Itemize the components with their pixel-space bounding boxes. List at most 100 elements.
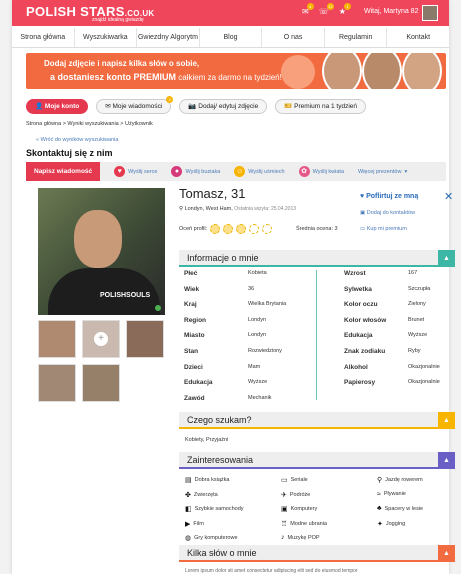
gamepad-icon: ◍ xyxy=(185,535,192,542)
premium-banner[interactable]: Dodaj zdjęcie i napisz kilka słów o sobi… xyxy=(26,53,446,89)
flirt-link[interactable]: ♥ Poflirtuj ze mną xyxy=(360,193,418,200)
info-value: 36 xyxy=(248,285,255,292)
car-icon: ◧ xyxy=(185,506,192,513)
info-row: Wzrost 167 xyxy=(344,270,440,286)
divider xyxy=(316,270,317,400)
info-row: Region Londyn xyxy=(184,317,286,333)
main-profile-photo[interactable]: POLISHSOULS xyxy=(38,188,165,315)
nav-home[interactable]: Strona główna xyxy=(12,28,75,47)
more-gifts-dropdown[interactable]: Więcej prezentów ▾ xyxy=(358,169,407,175)
plane-icon: ✈ xyxy=(281,491,287,499)
my-messages-button[interactable]: ✉ Moje wiadomości 2 xyxy=(96,96,174,114)
send-flower-button[interactable]: ✿ Wyślij kwiata xyxy=(298,166,344,177)
rating-sun-icon[interactable] xyxy=(236,224,247,234)
interest-item: ♖ Modne ubrania xyxy=(281,520,327,528)
interest-item: ▭ Seriale xyxy=(281,476,308,484)
nav-rules[interactable]: Regulamin xyxy=(325,28,388,47)
page: POLISH STARS.CO.UK znajdź idealną gwiazd… xyxy=(12,0,455,574)
back-link[interactable]: « Wróć do wyników wyszukiwania xyxy=(36,137,118,143)
collapse-icon[interactable]: ▲ xyxy=(438,545,455,562)
interest-item: ▤ Dobra książka xyxy=(185,476,229,484)
info-row: Znak zodiaku Ryby xyxy=(344,348,440,364)
music-icon: ♪ xyxy=(281,534,285,541)
about-me-text: Lorem ipsum dolor sit amet consectetur a… xyxy=(185,568,358,574)
breadcrumb[interactable]: Strona główna > Wyniki wyszukiwania > Uż… xyxy=(26,121,153,127)
messages-icon[interactable]: ✉ 4 xyxy=(302,3,314,16)
computer-icon: ▣ xyxy=(281,506,288,513)
send-kiss-button[interactable]: ● Wyślij buziaka xyxy=(171,166,220,177)
about-left-column: Płeć Kobieta Wiek 36 Kraj Wielka Brytania Regi… xyxy=(184,270,286,410)
add-photo-button[interactable]: 📷 Dodaj/ edytuj zdjęcie xyxy=(179,99,268,114)
info-label: Kraj xyxy=(184,301,197,309)
rating-sun-icon[interactable] xyxy=(249,224,260,234)
photo-thumb-3[interactable] xyxy=(126,320,164,358)
messages-badge: 4 xyxy=(306,3,314,10)
info-value: Ryby xyxy=(408,347,421,354)
rating-sun-icon[interactable] xyxy=(223,224,234,234)
nav-algorithm[interactable]: Gwiezdny Algorytm xyxy=(137,28,200,47)
collapse-icon[interactable]: ▲ xyxy=(438,452,455,469)
interest-item: ≈ Pływanie xyxy=(377,491,406,498)
add-contacts-link[interactable]: ▣ Dodaj do kontaktów xyxy=(360,210,418,216)
kiss-icon: ● xyxy=(171,166,183,177)
heart-face-image xyxy=(281,55,315,89)
nav-blog[interactable]: Blog xyxy=(200,28,263,47)
info-row: Stan Rozwiedziony xyxy=(184,348,286,364)
photo-thumb-1[interactable] xyxy=(38,320,76,358)
info-row: Dzieci Mam xyxy=(184,364,286,380)
online-indicator xyxy=(155,305,161,311)
collapse-icon[interactable]: ▲ xyxy=(438,250,455,267)
interest-item: ▶ Film xyxy=(185,520,204,528)
photo-thumb-4[interactable] xyxy=(38,364,76,402)
camera-icon: 📷 xyxy=(188,103,199,110)
about-right-column: Wzrost 167 Sylwetka Szczupła Kolor oczu Zielo… xyxy=(344,270,440,395)
info-row: Edukacja Wyższe xyxy=(184,379,286,395)
info-value: Brunet xyxy=(408,316,425,323)
info-label: Edukacja xyxy=(344,332,373,340)
info-value: Okazjonalnie xyxy=(408,379,440,386)
interest-label: Spacery w lesie xyxy=(384,505,424,512)
info-row: Sylwetka Szczupła xyxy=(344,286,440,302)
slogan: znajdź idealną gwiazdę xyxy=(92,17,144,23)
info-row: Kraj Wielka Brytania xyxy=(184,301,286,317)
info-label: Płeć xyxy=(184,270,198,277)
shirt-icon: ♖ xyxy=(281,520,288,528)
rate-label: Oceń profil: xyxy=(179,226,208,232)
about-section-header[interactable]: Informacje o mnie ▲ xyxy=(179,250,455,267)
info-label: Kolor oczu xyxy=(344,301,378,309)
interest-label: Pływanie xyxy=(383,491,406,497)
close-icon[interactable]: ✕ xyxy=(444,190,453,203)
plus-icon: + xyxy=(94,332,108,346)
few-words-section-header[interactable]: Kilka słów o mnie ▲ xyxy=(179,545,455,562)
looking-section-header[interactable]: Czego szukam? ▲ xyxy=(179,412,455,429)
write-message-button[interactable]: Napisz wiadomość xyxy=(26,162,101,181)
interest-item: ◧ Szybkie samochody xyxy=(185,505,244,513)
buy-premium-link[interactable]: ▭ Kup mi premium xyxy=(360,226,418,232)
welcome-text[interactable]: Witaj, Martyna 82 xyxy=(364,8,418,15)
notifications-icon[interactable]: ☏ 13 xyxy=(319,3,334,16)
send-smile-button[interactable]: ☺ Wyślij uśmiech xyxy=(234,166,285,177)
collapse-icon[interactable]: ▲ xyxy=(438,412,455,429)
photo-thumb-5[interactable] xyxy=(82,364,120,402)
my-account-button[interactable]: 👤 Moje konto xyxy=(26,99,89,114)
favorites-icon[interactable]: ★ 1 xyxy=(339,3,351,16)
interest-label: Gry komputerowe xyxy=(194,535,238,541)
nav-search[interactable]: Wyszukiwarka xyxy=(75,28,138,47)
photo-thumb-add[interactable]: + xyxy=(82,320,120,358)
interest-label: Szybkie samochody xyxy=(194,506,244,512)
avatar[interactable] xyxy=(422,5,438,21)
banner-line1: Dodaj zdjęcie i napisz kilka słów o sobi… xyxy=(44,59,200,68)
info-value: 167 xyxy=(408,270,418,276)
info-label: Region xyxy=(184,316,207,324)
premium-button[interactable]: 🎫 Premium na 1 tydzień xyxy=(275,99,367,114)
heart-icon: ♥ xyxy=(114,166,126,177)
rating-sun-icon[interactable] xyxy=(262,224,273,234)
info-label: Edukacja xyxy=(184,379,213,387)
nav-contact[interactable]: Kontakt xyxy=(387,28,449,47)
nav-about[interactable]: O nas xyxy=(262,28,325,47)
rating-sun-icon[interactable] xyxy=(210,224,221,234)
send-heart-button[interactable]: ♥ Wyślij serce xyxy=(114,166,157,177)
info-row: Wiek 36 xyxy=(184,286,286,302)
interest-label: Komputery xyxy=(290,506,318,512)
interests-section-header[interactable]: Zainteresowania ▲ xyxy=(179,452,455,469)
